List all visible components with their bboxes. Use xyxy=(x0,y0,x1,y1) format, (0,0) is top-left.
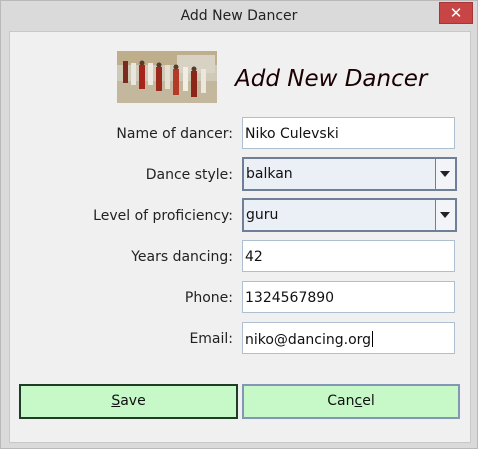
email-value: niko@dancing.org xyxy=(245,332,372,348)
years-field[interactable]: 42 xyxy=(242,240,455,272)
form-panel: Add New Dancer Name of dancer: Niko Cule… xyxy=(9,31,471,443)
chevron-down-icon[interactable] xyxy=(435,159,455,189)
dancers-photo xyxy=(117,51,217,103)
cancel-label-suffix: el xyxy=(362,393,375,409)
email-label: Email: xyxy=(189,331,233,347)
dance-style-label: Dance style: xyxy=(145,167,233,183)
window-title: Add New Dancer xyxy=(180,8,298,24)
chevron-down-icon[interactable] xyxy=(435,200,455,230)
name-label: Name of dancer: xyxy=(116,126,233,142)
dance-style-select[interactable]: balkan xyxy=(242,157,457,191)
proficiency-select[interactable]: guru xyxy=(242,198,457,232)
email-field[interactable]: niko@dancing.org xyxy=(242,322,455,354)
phone-label: Phone: xyxy=(184,290,233,306)
phone-field[interactable]: 1324567890 xyxy=(242,281,455,313)
proficiency-label: Level of proficiency: xyxy=(93,208,233,224)
proficiency-value: guru xyxy=(246,207,279,223)
dance-style-value: balkan xyxy=(246,166,293,182)
save-button[interactable]: Save xyxy=(19,384,238,419)
save-mnemonic: S xyxy=(111,393,121,409)
name-field[interactable]: Niko Culevski xyxy=(242,117,455,149)
cancel-button[interactable]: Cancel xyxy=(242,384,460,419)
text-caret xyxy=(372,331,374,347)
dialog-heading: Add New Dancer xyxy=(235,66,428,92)
years-label: Years dancing: xyxy=(131,249,233,265)
title-bar[interactable]: Add New Dancer ✕ xyxy=(1,1,477,31)
dialog-window: Add New Dancer ✕ Add New Dancer Name of … xyxy=(0,0,478,449)
close-icon: ✕ xyxy=(449,4,463,22)
close-button[interactable]: ✕ xyxy=(439,2,473,24)
save-label-suffix: ave xyxy=(120,393,146,409)
cancel-label-prefix: Can xyxy=(327,393,355,409)
